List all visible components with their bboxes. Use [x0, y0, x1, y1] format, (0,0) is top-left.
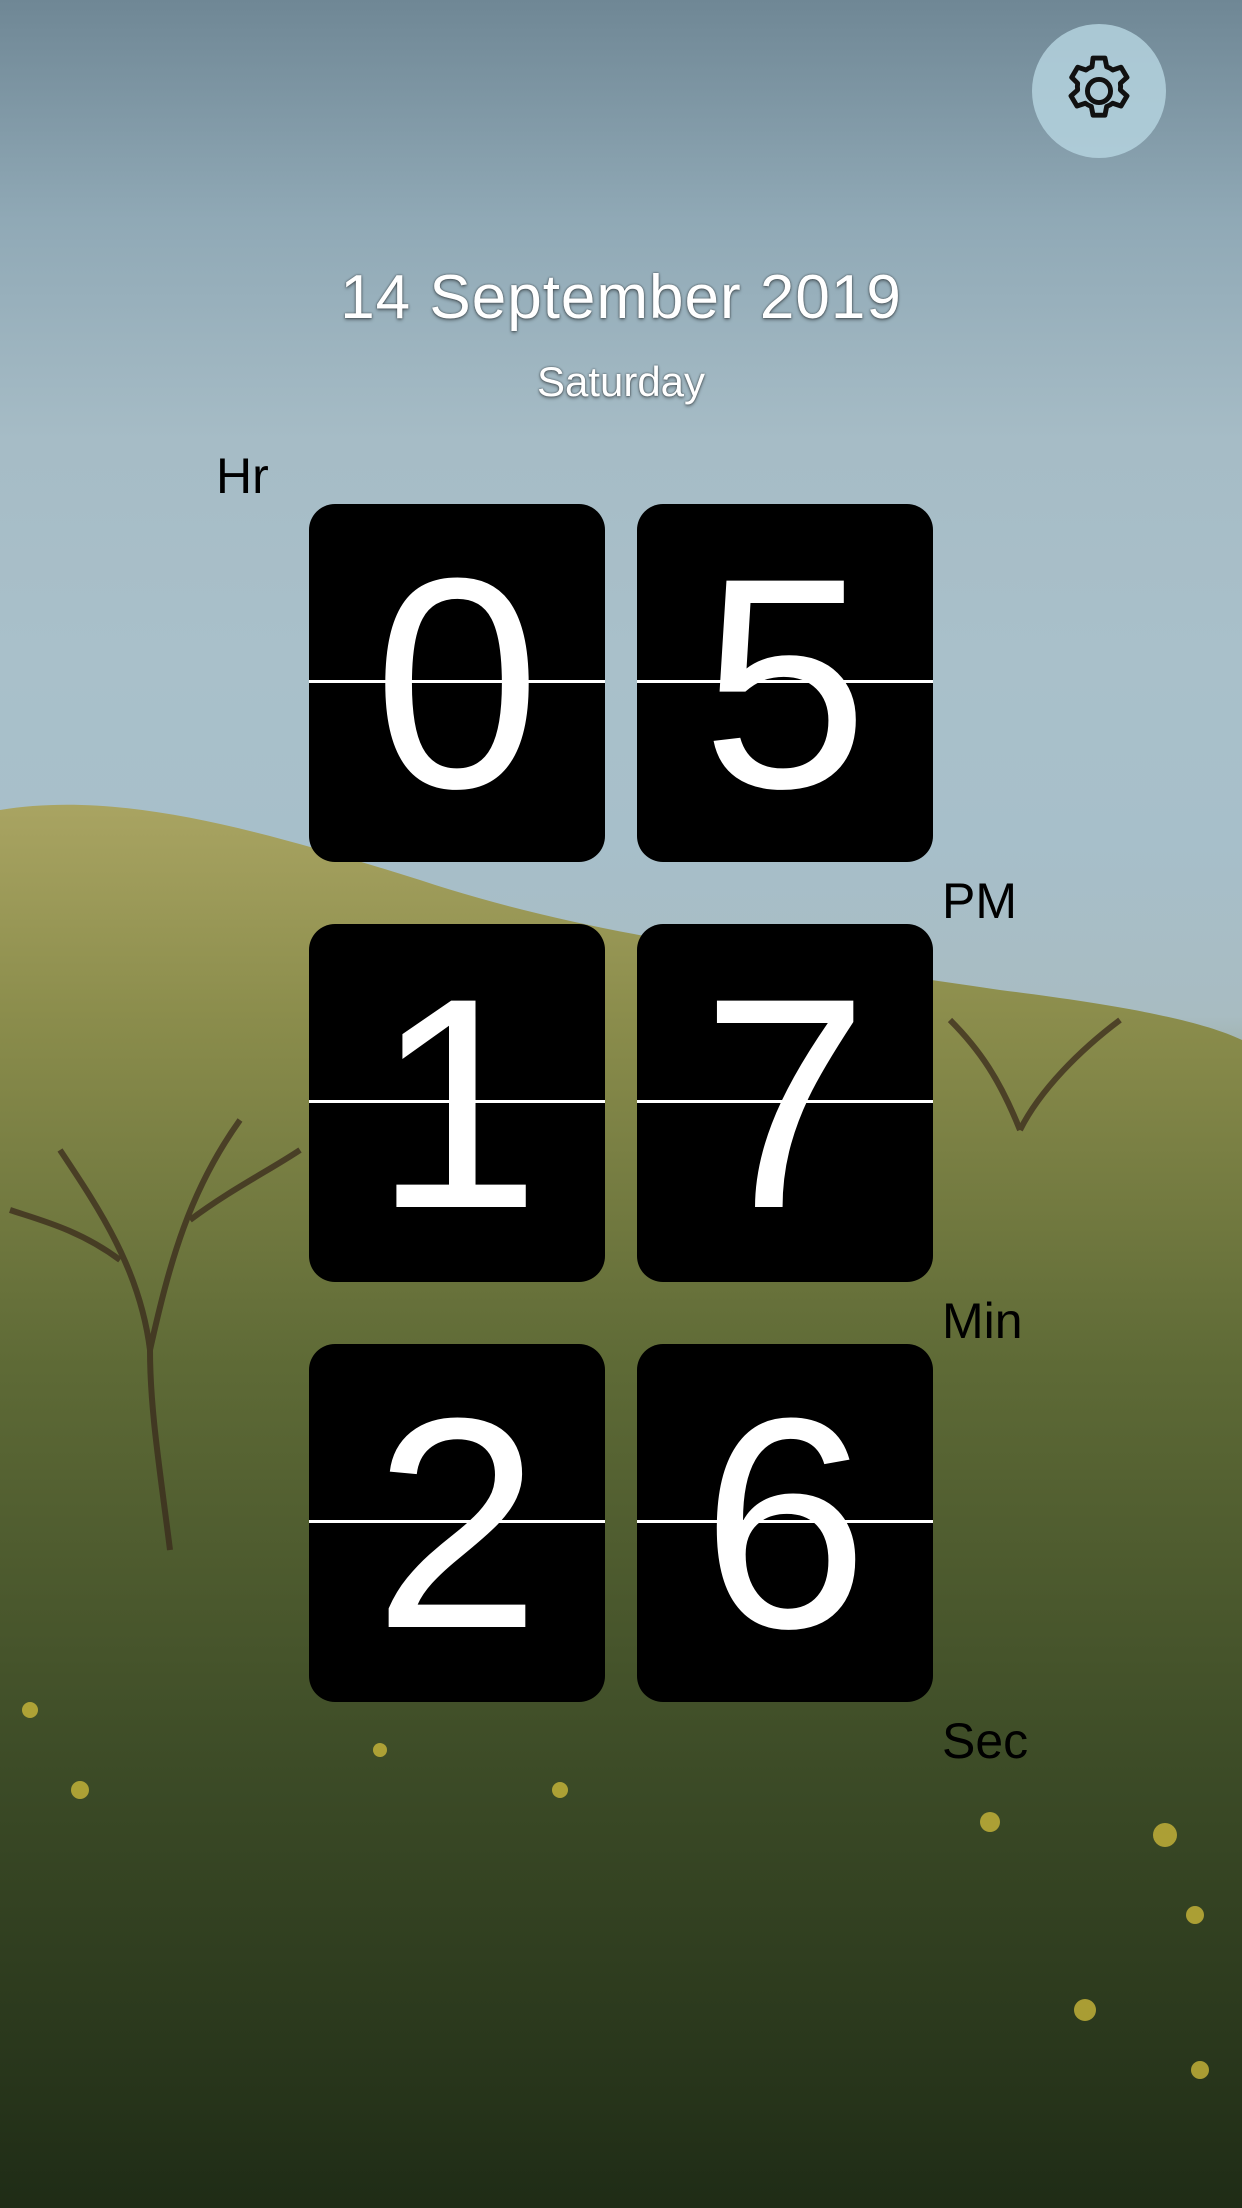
second-ones-digit: 6	[701, 1355, 869, 1691]
hillside-scenery	[0, 804, 1242, 2208]
tile-split-line	[637, 1520, 933, 1523]
weekday-display: Saturday	[536, 358, 706, 405]
minute-tens-tile: 1	[309, 924, 605, 1282]
hour-tens-digit: 0	[373, 515, 541, 851]
hour-label: Hr	[216, 448, 269, 504]
tile-split-line	[309, 680, 605, 683]
minute-ones-digit: 7	[701, 935, 869, 1271]
tile-split-line	[309, 1520, 605, 1523]
second-tens-digit: 2	[373, 1355, 541, 1691]
tile-split-line	[637, 680, 933, 683]
period-label: PM	[942, 873, 1017, 929]
minute-ones-tile: 7	[637, 924, 933, 1282]
second-ones-tile: 6	[637, 1344, 933, 1702]
hour-tens-tile: 0	[309, 504, 605, 862]
hour-ones-tile: 5	[637, 504, 933, 862]
tile-split-line	[637, 1100, 933, 1103]
tile-split-line	[309, 1100, 605, 1103]
second-tens-tile: 2	[309, 1344, 605, 1702]
date-display: 14 September 2019	[340, 263, 902, 332]
second-label: Sec	[942, 1713, 1029, 1769]
minute-label: Min	[942, 1293, 1023, 1349]
minute-tens-digit: 1	[373, 935, 541, 1271]
settings-button[interactable]	[1032, 24, 1166, 158]
hour-ones-digit: 5	[701, 515, 869, 851]
gear-icon	[1068, 55, 1130, 118]
